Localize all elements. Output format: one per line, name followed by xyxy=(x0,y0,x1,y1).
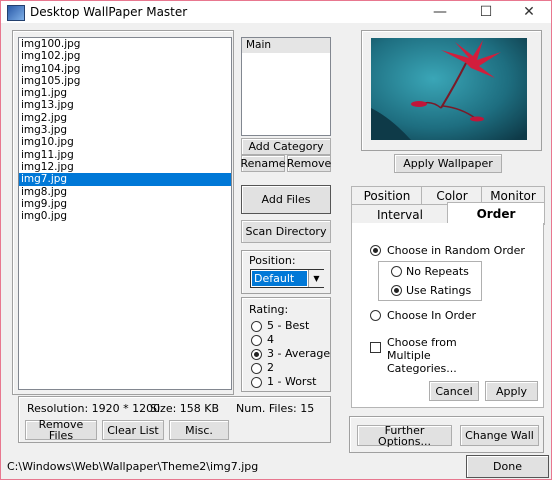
further-options-label: Further Options... xyxy=(378,423,431,448)
rating-radio[interactable] xyxy=(251,349,262,360)
chevron-down-icon[interactable]: ▼ xyxy=(308,270,324,287)
current-file-path: C:\Windows\Web\Wallpaper\Theme2\img7.jpg xyxy=(7,460,259,473)
misc-button[interactable]: Misc. xyxy=(169,420,229,440)
tab-monitor-label: Monitor xyxy=(490,189,536,203)
rename-label: Rename xyxy=(240,157,286,170)
file-list-item[interactable]: img13.jpg xyxy=(19,99,231,111)
rating-radio[interactable] xyxy=(251,377,262,388)
tab-position-label: Position xyxy=(363,189,411,203)
no-repeats-label: No Repeats xyxy=(406,265,469,278)
rating-radio[interactable] xyxy=(251,363,262,374)
minimize-icon[interactable]: — xyxy=(418,1,462,23)
tab-interval[interactable]: Interval xyxy=(351,204,449,225)
file-list-item[interactable]: img7.jpg xyxy=(19,173,231,186)
no-repeats-radio[interactable] xyxy=(391,266,402,277)
multiple-categories-label: Choose from Multiple Categories... xyxy=(387,336,457,375)
rating-option-label: 1 - Worst xyxy=(267,375,317,388)
file-list-item[interactable]: img11.jpg xyxy=(19,149,231,161)
apply-wallpaper-label: Apply Wallpaper xyxy=(403,157,493,170)
file-list-item[interactable]: img0.jpg xyxy=(19,210,231,222)
random-order-radio[interactable] xyxy=(370,245,381,256)
in-order-label: Choose In Order xyxy=(387,309,477,322)
file-list-item[interactable]: img104.jpg xyxy=(19,63,231,75)
tab-order[interactable]: Order xyxy=(447,202,545,225)
remove-button[interactable]: Remove xyxy=(287,155,331,172)
tab-interval-label: Interval xyxy=(377,207,423,222)
add-category-button[interactable]: Add Category xyxy=(241,138,331,155)
done-button[interactable]: Done xyxy=(466,455,549,478)
rating-option-label: 3 - Average xyxy=(267,347,331,360)
main-window: Desktop WallPaper Master — ☐ ✕ img100.jp… xyxy=(0,0,552,480)
in-order-radio[interactable] xyxy=(370,310,381,321)
random-order-label: Choose in Random Order xyxy=(387,244,525,257)
file-list-item[interactable]: img3.jpg xyxy=(19,124,231,136)
file-list-item[interactable]: img10.jpg xyxy=(19,136,231,148)
rating-radio[interactable] xyxy=(251,321,262,332)
add-files-button[interactable]: Add Files xyxy=(241,185,331,214)
tab-position[interactable]: Position xyxy=(351,186,423,206)
rating-option-label: 2 xyxy=(267,361,274,374)
rating-option-label: 4 xyxy=(267,333,274,346)
remove-files-label: Remove Files xyxy=(38,418,84,442)
wallpaper-preview xyxy=(371,38,527,140)
position-select[interactable]: Default ▼ xyxy=(250,269,324,288)
apply-button[interactable]: Apply xyxy=(485,381,538,401)
clear-list-button[interactable]: Clear List xyxy=(102,420,164,440)
file-list-item[interactable]: img8.jpg xyxy=(19,186,231,198)
cancel-label: Cancel xyxy=(435,384,473,398)
size-text: Size: 158 KB xyxy=(150,402,220,415)
app-icon xyxy=(7,5,25,21)
wallpaper-preview-image xyxy=(371,38,527,140)
file-list-item[interactable]: img100.jpg xyxy=(19,38,231,50)
maximize-icon[interactable]: ☐ xyxy=(464,1,508,23)
further-options-button[interactable]: Further Options... xyxy=(357,423,452,448)
change-wall-button[interactable]: Change Wall xyxy=(460,425,539,446)
remove-files-button[interactable]: Remove Files xyxy=(25,418,97,442)
scan-directory-button[interactable]: Scan Directory xyxy=(241,220,331,243)
misc-label: Misc. xyxy=(185,423,213,437)
num-files-text: Num. Files: 15 xyxy=(236,402,315,415)
rating-option-label: 5 - Best xyxy=(267,319,310,332)
file-list[interactable]: img100.jpg img102.jpg img104.jpg img105.jpg… xyxy=(18,37,232,390)
apply-wallpaper-button[interactable]: Apply Wallpaper xyxy=(394,154,502,173)
title-bar[interactable]: Desktop WallPaper Master — ☐ ✕ xyxy=(1,1,551,23)
category-list[interactable]: Main xyxy=(241,37,331,136)
category-item[interactable]: Main xyxy=(242,38,330,53)
clear-list-label: Clear List xyxy=(107,423,159,437)
rename-button[interactable]: Rename xyxy=(240,155,286,172)
tab-order-label: Order xyxy=(476,207,516,221)
rating-label: Rating: xyxy=(249,303,289,316)
window-title: Desktop WallPaper Master xyxy=(30,5,188,19)
cancel-button[interactable]: Cancel xyxy=(429,381,479,401)
position-value: Default xyxy=(252,271,307,286)
use-ratings-label: Use Ratings xyxy=(406,284,472,297)
resolution-text: Resolution: 1920 * 1200 xyxy=(27,402,161,415)
file-list-item[interactable]: img12.jpg xyxy=(19,161,231,173)
add-files-label: Add Files xyxy=(261,193,311,206)
done-label: Done xyxy=(493,460,522,473)
file-list-item[interactable]: img105.jpg xyxy=(19,75,231,87)
position-label: Position: xyxy=(249,254,296,267)
close-icon[interactable]: ✕ xyxy=(507,1,551,23)
file-list-item[interactable]: img2.jpg xyxy=(19,112,231,124)
scan-directory-label: Scan Directory xyxy=(245,225,327,238)
multiple-categories-checkbox[interactable] xyxy=(370,342,381,353)
remove-label: Remove xyxy=(286,157,332,170)
use-ratings-radio[interactable] xyxy=(391,285,402,296)
file-list-item[interactable]: img1.jpg xyxy=(19,87,231,99)
apply-label: Apply xyxy=(495,384,528,398)
tab-color-label: Color xyxy=(436,189,468,203)
add-category-label: Add Category xyxy=(248,140,324,153)
change-wall-label: Change Wall xyxy=(465,429,534,442)
file-list-item[interactable]: img102.jpg xyxy=(19,50,231,62)
file-list-item[interactable]: img9.jpg xyxy=(19,198,231,210)
rating-radio[interactable] xyxy=(251,335,262,346)
